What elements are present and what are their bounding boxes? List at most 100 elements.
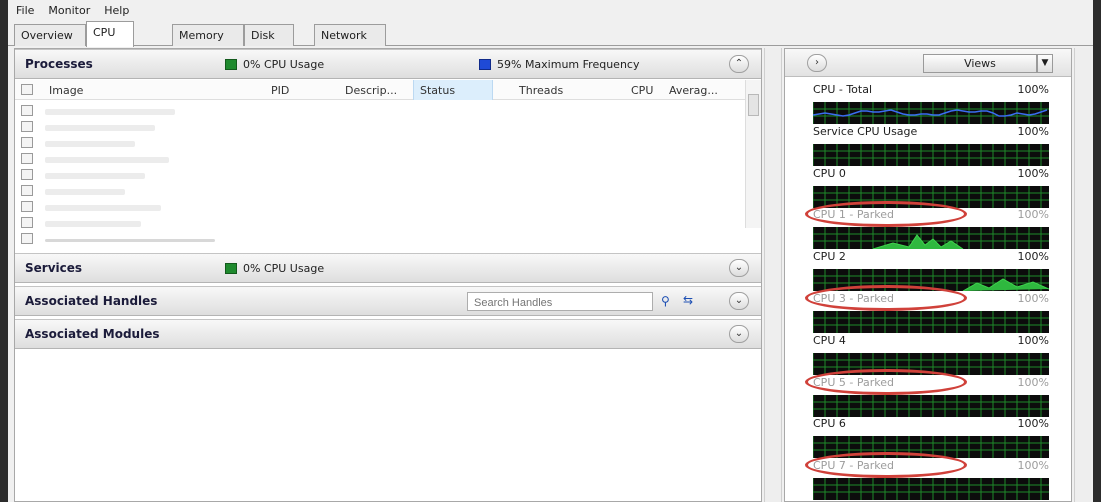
services-cpu-usage: 0% CPU Usage bbox=[243, 262, 325, 275]
cpu-graph-percent: 100% bbox=[1017, 83, 1049, 96]
process-row[interactable] bbox=[45, 125, 155, 131]
cpu-graph-label: CPU 4 bbox=[813, 334, 846, 347]
process-row-checkbox[interactable] bbox=[21, 105, 33, 116]
tab-disk[interactable]: Disk bbox=[244, 24, 294, 46]
cpu-graph-percent: 100% bbox=[1017, 334, 1049, 347]
processes-max-frequency: 59% Maximum Frequency bbox=[497, 58, 640, 71]
column-cpu[interactable]: CPU bbox=[631, 84, 653, 97]
filter-icon[interactable]: ⇆ bbox=[683, 293, 693, 307]
cpu-graph-item: CPU 7 - Parked 100% bbox=[805, 452, 1049, 501]
services-title: Services bbox=[25, 261, 83, 275]
views-dropdown-icon[interactable]: ▼ bbox=[1037, 54, 1053, 73]
cpu-graph-item: CPU 1 - Parked 100% bbox=[805, 201, 1049, 250]
menu-file[interactable]: File bbox=[16, 4, 34, 17]
column-average-cpu[interactable]: Averag... bbox=[669, 84, 718, 97]
cpu-graph-percent: 100% bbox=[1017, 292, 1049, 305]
graphs-scrollbar[interactable] bbox=[1074, 48, 1091, 502]
expand-services-chevron-icon[interactable]: ⌄ bbox=[729, 259, 749, 277]
search-icon[interactable]: ⚲ bbox=[661, 294, 670, 308]
cpu-graph-item: CPU 5 - Parked 100% bbox=[805, 369, 1049, 418]
process-row-checkbox[interactable] bbox=[21, 153, 33, 164]
process-row[interactable] bbox=[45, 239, 215, 242]
max-frequency-indicator-icon bbox=[479, 59, 491, 70]
splitter-scrollbar[interactable] bbox=[764, 48, 782, 502]
cpu-graph-percent: 100% bbox=[1017, 250, 1049, 263]
cpu-graph-item: CPU - Total 100% bbox=[813, 83, 1049, 125]
cpu-usage-graph bbox=[813, 311, 1049, 333]
process-row-checkbox[interactable] bbox=[21, 185, 33, 196]
cpu-graph-percent: 100% bbox=[1017, 125, 1049, 138]
processes-column-header: Image PID Descrip... Status Threads CPU … bbox=[15, 80, 745, 100]
parked-highlight-ring bbox=[805, 452, 967, 478]
tab-memory[interactable]: Memory bbox=[172, 24, 244, 46]
tab-cpu[interactable]: CPU bbox=[86, 21, 134, 47]
process-row-checkbox[interactable] bbox=[21, 137, 33, 148]
cpu-graph-label: CPU 0 bbox=[813, 167, 846, 180]
services-header[interactable]: Services 0% CPU Usage ⌄ bbox=[15, 253, 761, 283]
process-row[interactable] bbox=[45, 173, 145, 179]
tab-overview[interactable]: Overview bbox=[14, 24, 86, 46]
expand-handles-chevron-icon[interactable]: ⌄ bbox=[729, 292, 749, 310]
parked-highlight-ring bbox=[805, 285, 967, 311]
process-row-checkbox[interactable] bbox=[21, 121, 33, 132]
cpu-graph-item: Service CPU Usage 100% bbox=[813, 125, 1049, 167]
process-list-scrollbar[interactable] bbox=[745, 80, 761, 228]
process-row[interactable] bbox=[45, 205, 161, 211]
cpu-usage-graph bbox=[813, 144, 1049, 166]
cpu-graph-label: Service CPU Usage bbox=[813, 125, 918, 138]
processes-cpu-usage: 0% CPU Usage bbox=[243, 58, 325, 71]
associated-handles-header[interactable]: Associated Handles ⚲ ⇆ ⌄ bbox=[15, 286, 761, 316]
cpu-usage-graph bbox=[813, 395, 1049, 417]
associated-modules-header[interactable]: Associated Modules ⌄ bbox=[15, 319, 761, 349]
processes-header[interactable]: Processes 0% CPU Usage 59% Maximum Frequ… bbox=[15, 49, 761, 79]
scrollbar-thumb[interactable] bbox=[748, 94, 759, 116]
column-threads[interactable]: Threads bbox=[519, 84, 563, 97]
associated-modules-title: Associated Modules bbox=[25, 327, 160, 341]
parked-highlight-ring bbox=[805, 201, 967, 227]
column-status[interactable]: Status bbox=[413, 80, 493, 100]
column-image[interactable]: Image bbox=[49, 84, 83, 97]
cpu-graph-label: CPU 6 bbox=[813, 417, 846, 430]
tab-network[interactable]: Network bbox=[314, 24, 386, 46]
associated-handles-title: Associated Handles bbox=[25, 294, 158, 308]
views-button[interactable]: Views bbox=[923, 54, 1037, 73]
process-row-checkbox[interactable] bbox=[21, 217, 33, 228]
process-row[interactable] bbox=[45, 157, 169, 163]
process-row-checkbox[interactable] bbox=[21, 201, 33, 212]
cpu-graph-label: CPU 2 bbox=[813, 250, 846, 263]
process-row-checkbox[interactable] bbox=[21, 169, 33, 180]
graphs-toolbar: › Views ▼ bbox=[785, 49, 1071, 77]
search-handles-input[interactable] bbox=[467, 292, 653, 311]
select-all-checkbox[interactable] bbox=[21, 84, 33, 95]
collapse-processes-chevron-icon[interactable]: ⌃ bbox=[729, 55, 749, 73]
process-row[interactable] bbox=[45, 189, 125, 195]
menu-bar: File Monitor Help bbox=[8, 0, 1093, 20]
column-pid[interactable]: PID bbox=[271, 84, 289, 97]
column-description[interactable]: Descrip... bbox=[345, 84, 397, 97]
window-frame-right bbox=[1093, 0, 1101, 502]
expand-arrow-icon[interactable]: › bbox=[807, 54, 827, 72]
cpu-usage-graph bbox=[813, 478, 1049, 500]
cpu-graph-percent: 100% bbox=[1017, 376, 1049, 389]
cpu-graph-percent: 100% bbox=[1017, 208, 1049, 221]
cpu-graph-label: CPU - Total bbox=[813, 83, 873, 96]
menu-help[interactable]: Help bbox=[104, 4, 129, 17]
cpu-graph-percent: 100% bbox=[1017, 417, 1049, 430]
cpu-graph-percent: 100% bbox=[1017, 167, 1049, 180]
process-row[interactable] bbox=[45, 141, 135, 147]
cpu-graph-percent: 100% bbox=[1017, 459, 1049, 472]
cpu-graph-item: CPU 3 - Parked 100% bbox=[805, 285, 1049, 334]
cpu-usage-indicator-icon bbox=[225, 59, 237, 70]
cpu-details-pane: Processes 0% CPU Usage 59% Maximum Frequ… bbox=[14, 48, 762, 502]
window-frame-left bbox=[0, 0, 8, 502]
process-row-checkbox[interactable] bbox=[21, 233, 33, 244]
parked-highlight-ring bbox=[805, 369, 967, 395]
tab-strip: Overview CPU Memory Disk Network bbox=[8, 20, 1093, 47]
cpu-usage-indicator-icon bbox=[225, 263, 237, 274]
process-row[interactable] bbox=[45, 109, 175, 115]
menu-monitor[interactable]: Monitor bbox=[48, 4, 90, 17]
processes-title: Processes bbox=[25, 57, 93, 71]
cpu-graphs-pane: › Views ▼ CPU - Total 100% Service CPU Usa… bbox=[784, 48, 1072, 502]
process-row[interactable] bbox=[45, 221, 141, 227]
expand-modules-chevron-icon[interactable]: ⌄ bbox=[729, 325, 749, 343]
